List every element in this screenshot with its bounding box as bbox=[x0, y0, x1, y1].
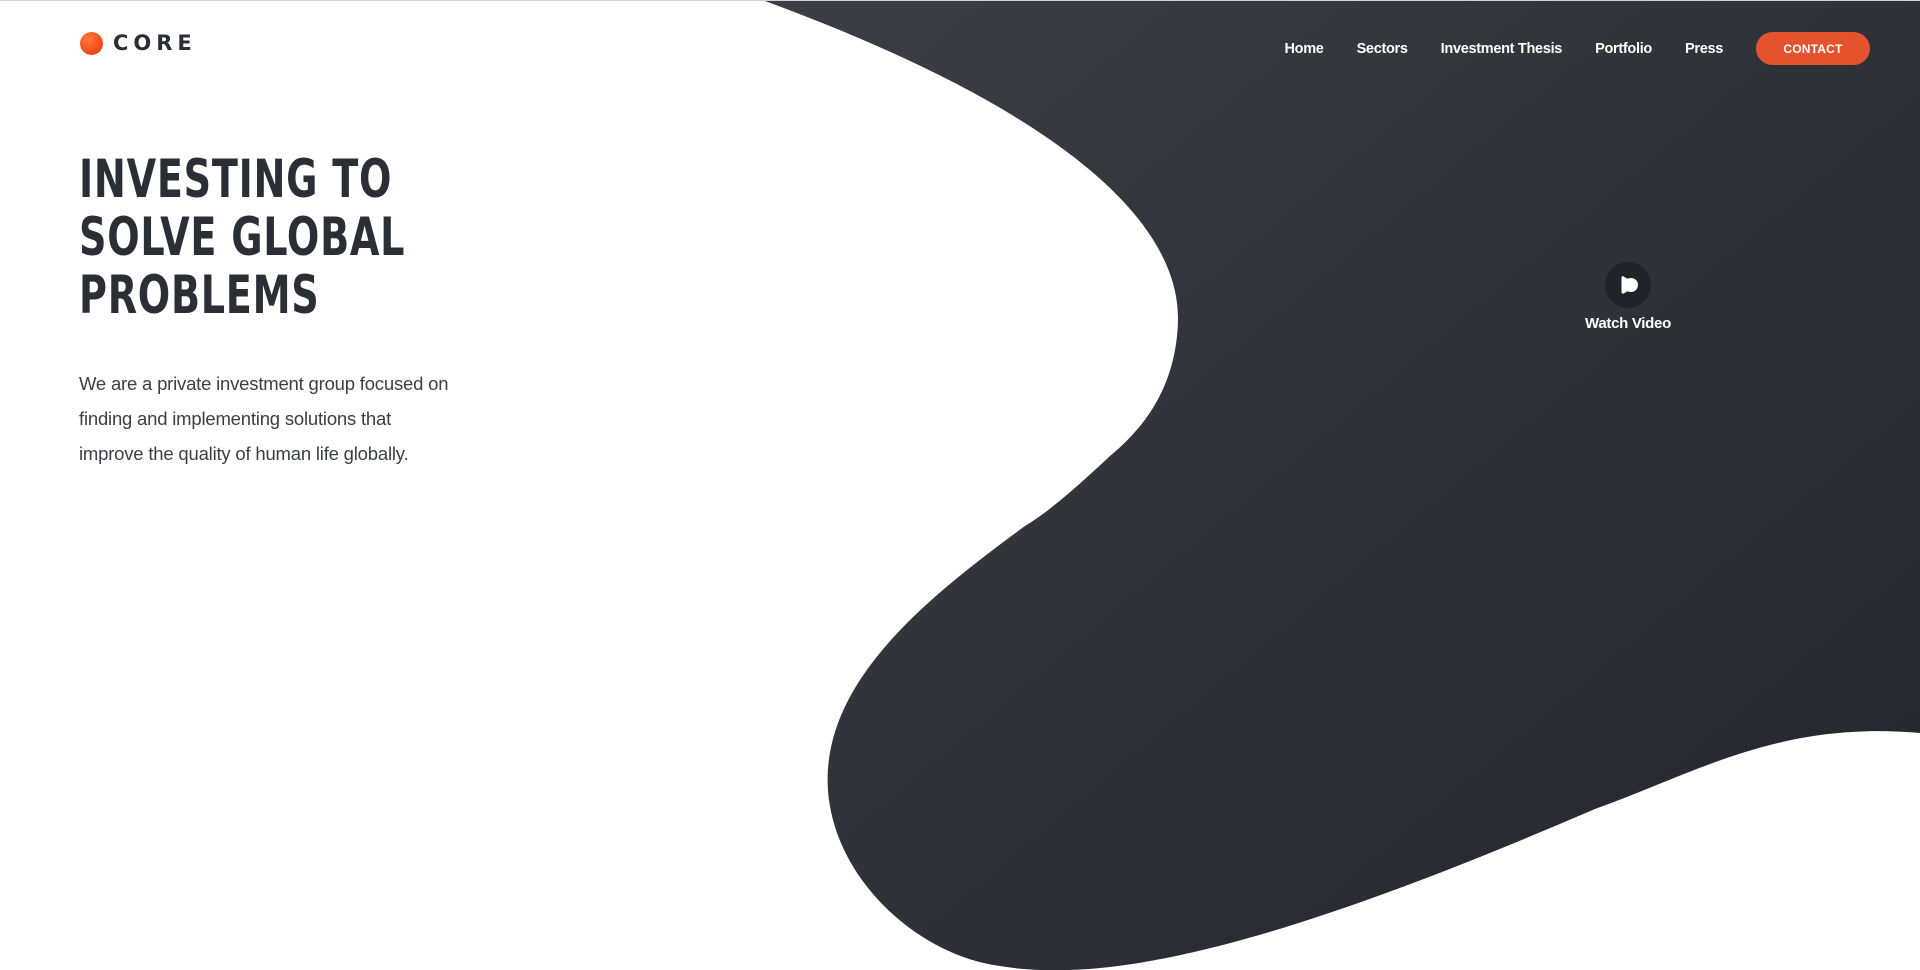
nav-investment-thesis-link[interactable]: Investment Thesis bbox=[1441, 41, 1563, 57]
hero-description: We are a private investment group focuse… bbox=[79, 366, 499, 471]
hero-description-line: finding and implementing solutions that bbox=[79, 408, 392, 429]
logo-circle-icon bbox=[80, 31, 103, 55]
hero-background-shape bbox=[765, 1, 1920, 970]
hero-heading: INVESTING TO SOLVE GLOBAL PROBLEMS bbox=[79, 149, 406, 326]
nav-sectors-link[interactable]: Sectors bbox=[1357, 41, 1408, 57]
logo-text: CORE bbox=[113, 31, 197, 55]
watch-video-label[interactable]: Watch Video bbox=[1585, 315, 1671, 332]
main-nav: Home Sectors Investment Thesis Portfolio… bbox=[1284, 32, 1870, 65]
landing-page: CORE Home Sectors Investment Thesis Port… bbox=[0, 0, 1920, 970]
contact-button[interactable]: CONTACT bbox=[1756, 32, 1870, 65]
hero-description-line: improve the quality of human life global… bbox=[79, 443, 409, 464]
hero-description-line: We are a private investment group focuse… bbox=[79, 373, 449, 394]
hero-heading-line: INVESTING TO bbox=[79, 149, 393, 210]
play-button[interactable] bbox=[1605, 262, 1651, 308]
nav-home-link[interactable]: Home bbox=[1284, 41, 1323, 57]
brand-logo[interactable]: CORE bbox=[80, 31, 197, 55]
nav-press-link[interactable]: Press bbox=[1685, 41, 1723, 57]
nav-portfolio-link[interactable]: Portfolio bbox=[1595, 41, 1652, 57]
hero-heading-line: PROBLEMS bbox=[79, 265, 320, 326]
play-icon bbox=[1621, 276, 1638, 294]
hero-heading-line: SOLVE GLOBAL bbox=[79, 207, 406, 268]
watch-video-control[interactable]: Watch Video bbox=[1578, 262, 1678, 332]
